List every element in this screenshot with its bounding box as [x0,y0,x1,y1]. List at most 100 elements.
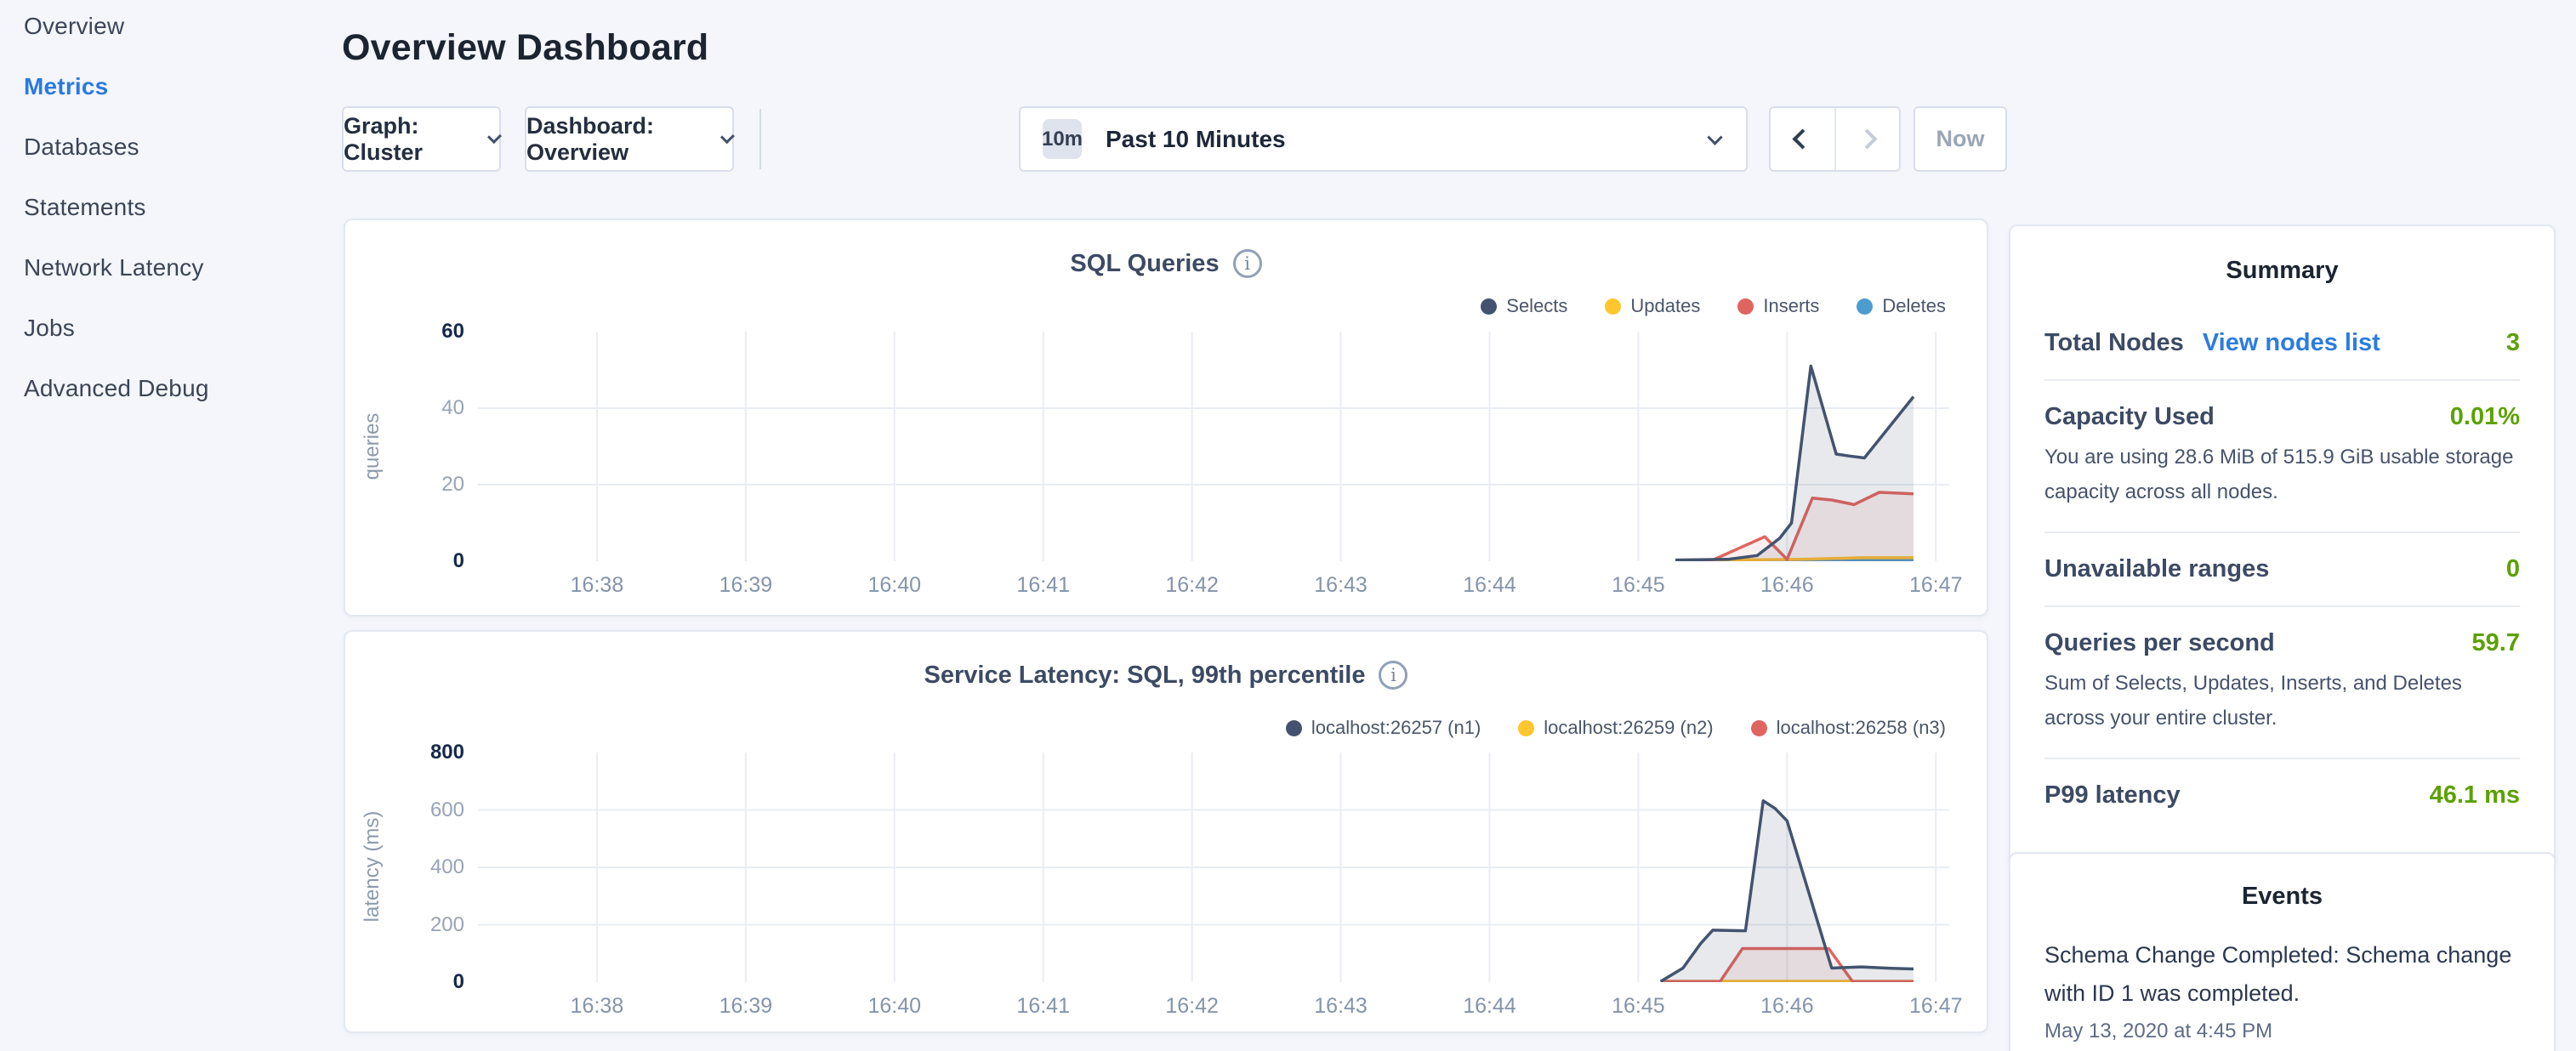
x-tick-label: 16:45 [1612,573,1665,598]
event-text: Schema Change Completed: Schema change w… [2044,936,2520,1013]
now-button[interactable]: Now [1914,106,2007,172]
legend-item: Inserts [1737,295,1819,317]
x-tick-label: 16:43 [1314,994,1368,1019]
summary-row: Unavailable ranges 0 [2044,533,2520,605]
chevron-right-icon [1857,128,1878,149]
legend-item: Deletes [1857,295,1946,317]
controls-divider [759,109,761,169]
summary-row-description: You are using 28.6 MiB of 515.9 GiB usab… [2044,440,2520,509]
summary-row-value: 46.1 ms [2430,781,2520,810]
events-title: Events [2044,854,2520,914]
service-latency-plot[interactable] [478,753,1949,982]
dashboard-dropdown[interactable]: Dashboard: Overview [525,106,734,172]
time-next-button[interactable] [1836,108,1900,170]
legend-dot [1737,298,1754,315]
x-tick-label: 16:44 [1463,573,1516,598]
legend-label: localhost:26259 (n2) [1544,717,1713,739]
summary-row-description: Sum of Selects, Updates, Inserts, and De… [2044,666,2520,736]
legend-item: localhost:26259 (n2) [1518,717,1713,739]
x-tick-label: 16:39 [719,573,773,598]
x-axis-ticks: 16:3816:3916:4016:4116:4216:4316:4416:45… [478,573,1949,599]
legend-dot [1481,298,1497,315]
event-item: Schema Change Completed: Schema change w… [2044,936,2520,1043]
sidebar-nav: Overview Metrics Databases Statements Networ… [24,14,330,436]
chart-title: Service Latency: SQL, 99th percentile [924,662,1366,690]
sidebar-item-advanced-debug[interactable]: Advanced Debug [24,376,330,401]
sidebar-item-jobs[interactable]: Jobs [24,315,330,341]
chart-title: SQL Queries [1070,250,1219,278]
summary-row-head: Queries per second59.7 [2044,629,2520,657]
chart-legend: Selects Updates Inserts Deletes [1481,295,1946,317]
sidebar-item-overview[interactable]: Overview [24,14,330,39]
info-icon[interactable]: i [1379,661,1407,690]
sql-queries-plot[interactable] [478,332,1949,561]
legend-dot [1857,298,1873,315]
x-tick-label: 16:44 [1463,994,1516,1019]
x-tick-label: 16:42 [1165,994,1219,1019]
legend-item: localhost:26258 (n3) [1751,717,1946,739]
legend-label: Updates [1630,295,1700,317]
chevron-left-icon [1792,128,1812,149]
summary-row: Queries per second59.7 Sum of Selects, Up… [2044,607,2520,758]
summary-title: Summary [2044,226,2520,307]
y-tick-label: 800 [430,741,464,764]
summary-row-label: Unavailable ranges [2044,555,2269,583]
sidebar-item-databases[interactable]: Databases [24,134,330,160]
x-tick-label: 16:46 [1760,573,1814,598]
events-list: Schema Change Completed: Schema change w… [2044,936,2520,1043]
time-prev-button[interactable] [1771,108,1836,170]
summary-row-head: Total NodesView nodes list3 [2044,329,2520,357]
sidebar-item-network-latency[interactable]: Network Latency [24,255,330,281]
sidebar-item-statements[interactable]: Statements [24,195,330,220]
summary-row-label: Total Nodes [2044,329,2184,357]
summary-row-head: P99 latency46.1 ms [2044,781,2520,810]
legend-item: localhost:26257 (n1) [1286,717,1481,739]
summary-row: Total NodesView nodes list3 [2044,307,2520,379]
y-tick-label: 60 [441,320,464,344]
time-nav [1769,106,1901,172]
sidebar-item-metrics[interactable]: Metrics [24,74,330,99]
x-tick-label: 16:41 [1016,994,1070,1019]
service-latency-chart-card: Service Latency: SQL, 99th percentile i … [344,630,1988,1033]
legend-item: Selects [1481,295,1567,317]
x-tick-label: 16:38 [571,994,624,1019]
legend-label: localhost:26258 (n3) [1777,717,1946,739]
summary-rows: Total NodesView nodes list3Capacity Used… [2044,307,2520,832]
graph-dropdown[interactable]: Graph: Cluster [342,106,501,172]
y-axis-ticks: 0200400600800 [371,753,464,982]
time-window-selector[interactable]: 10m Past 10 Minutes [1019,106,1748,172]
y-tick-label: 40 [441,396,464,420]
x-tick-label: 16:47 [1909,994,1963,1019]
page-title: Overview Dashboard [342,27,708,69]
sql-queries-chart-card: SQL Queries i Selects Updates Inserts Delet… [344,219,1988,616]
summary-row-label: Capacity Used [2044,403,2215,431]
summary-row-value: 0 [2506,555,2520,583]
y-tick-label: 20 [441,473,464,497]
service-latency-svg [478,753,1949,982]
y-axis-ticks: 0204060 [371,332,464,561]
legend-label: Inserts [1763,295,1819,317]
legend-item: Updates [1605,295,1700,317]
chevron-down-icon [487,129,502,144]
summary-row-head: Capacity Used 0.01% [2044,403,2520,431]
series-area-selects [1675,366,1914,562]
legend-dot [1286,720,1302,736]
info-icon[interactable]: i [1233,249,1262,278]
time-window-label: Past 10 Minutes [1106,126,1286,153]
y-tick-label: 400 [430,855,464,879]
series-area-localhost-26257-n1- [1661,801,1914,982]
summary-row: P99 latency46.1 ms [2044,759,2520,832]
event-timestamp: May 13, 2020 at 4:45 PM [2044,1020,2520,1043]
view-nodes-list-link[interactable]: View nodes list [2203,329,2380,357]
sql-queries-svg [478,332,1949,561]
graph-dropdown-label: Graph: Cluster [344,113,473,166]
x-axis-ticks: 16:3816:3916:4016:4116:4216:4316:4416:45… [478,994,1949,1020]
summary-row: Capacity Used 0.01% You are using 28.6 MiB… [2044,381,2520,531]
x-tick-label: 16:45 [1612,994,1665,1019]
x-tick-label: 16:39 [719,994,773,1019]
x-tick-label: 16:43 [1314,573,1368,598]
x-tick-label: 16:41 [1016,573,1070,598]
summary-row-value: 0.01% [2450,403,2520,431]
y-tick-label: 200 [430,913,464,937]
legend-label: localhost:26257 (n1) [1311,717,1481,739]
